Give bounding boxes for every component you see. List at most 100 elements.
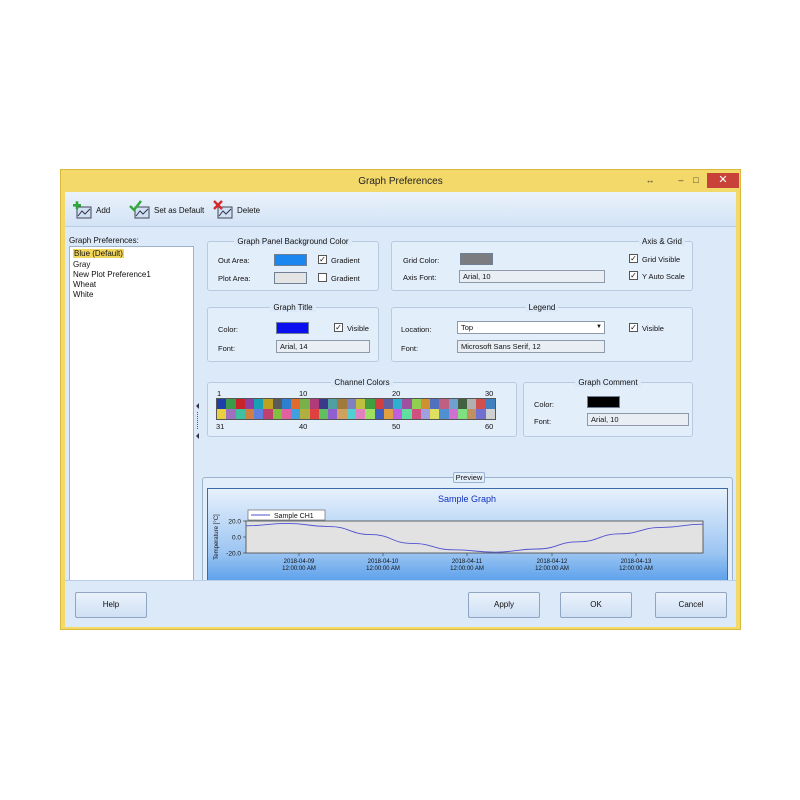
- channel-color-cell[interactable]: [485, 409, 495, 419]
- channel-color-cell[interactable]: [254, 409, 264, 419]
- channel-color-cell[interactable]: [309, 399, 319, 409]
- channel-color-cell[interactable]: [476, 399, 486, 409]
- channel-color-cell[interactable]: [355, 399, 366, 409]
- add-button[interactable]: Add: [71, 200, 110, 220]
- channel-color-cell[interactable]: [291, 409, 301, 419]
- channel-color-cell[interactable]: [281, 409, 292, 419]
- channel-color-cell[interactable]: [281, 399, 292, 409]
- list-item[interactable]: Blue (Default): [73, 249, 124, 258]
- x-tick-label: 2018-04-09: [284, 559, 315, 565]
- channel-color-cell[interactable]: [485, 399, 495, 409]
- channel-color-cell[interactable]: [448, 399, 458, 409]
- channel-color-cell[interactable]: [411, 399, 421, 409]
- title-visible-checkbox[interactable]: ✓: [334, 323, 343, 332]
- background-color-group: Graph Panel Background Color Out Area: ✓…: [207, 237, 379, 291]
- legend-font-field[interactable]: Microsoft Sans Serif, 12: [457, 340, 605, 353]
- channel-color-cell[interactable]: [420, 409, 431, 419]
- channel-color-cell[interactable]: [476, 409, 486, 419]
- grid-visible-checkbox[interactable]: ✓: [629, 254, 638, 263]
- channel-color-cell[interactable]: [263, 399, 273, 409]
- help-button[interactable]: Help: [75, 592, 147, 618]
- channel-color-cell[interactable]: [318, 409, 329, 419]
- channel-color-cell[interactable]: [244, 399, 255, 409]
- channel-color-cell[interactable]: [393, 399, 403, 409]
- channel-color-cell[interactable]: [337, 409, 347, 419]
- channel-color-palette[interactable]: [216, 398, 496, 420]
- channel-color-cell[interactable]: [217, 409, 227, 419]
- channel-color-cell[interactable]: [300, 409, 310, 419]
- channel-color-cell[interactable]: [457, 409, 468, 419]
- out-area-color-swatch[interactable]: [274, 254, 307, 266]
- channel-color-cell[interactable]: [402, 409, 412, 419]
- channel-color-cell[interactable]: [355, 409, 366, 419]
- plot-area-color-swatch[interactable]: [274, 272, 307, 284]
- channel-color-cell[interactable]: [430, 399, 440, 409]
- channel-color-cell[interactable]: [217, 399, 227, 409]
- channel-color-cell[interactable]: [244, 409, 255, 419]
- set-as-default-button[interactable]: Set as Default: [129, 200, 204, 220]
- channel-color-cell[interactable]: [346, 399, 356, 409]
- channel-color-cell[interactable]: [346, 409, 356, 419]
- channel-color-cell[interactable]: [235, 399, 245, 409]
- channel-color-cell[interactable]: [411, 409, 421, 419]
- channel-color-cell[interactable]: [430, 409, 440, 419]
- apply-button[interactable]: Apply: [468, 592, 540, 618]
- title-bar[interactable]: Graph Preferences ↔ – □ ✕: [61, 170, 740, 192]
- ok-button[interactable]: OK: [560, 592, 632, 618]
- list-item[interactable]: White: [73, 290, 93, 299]
- channel-color-cell[interactable]: [235, 409, 245, 419]
- channel-color-cell[interactable]: [263, 409, 273, 419]
- channel-color-cell[interactable]: [226, 399, 236, 409]
- channel-color-cell[interactable]: [254, 399, 264, 409]
- channel-color-cell[interactable]: [328, 399, 338, 409]
- grid-color-label: Grid Color:: [403, 256, 440, 265]
- channel-color-cell[interactable]: [365, 399, 375, 409]
- channel-color-cell[interactable]: [457, 399, 468, 409]
- axis-grid-group: Axis & Grid Grid Color: Axis Font: Arial…: [391, 237, 693, 291]
- y-auto-scale-checkbox[interactable]: ✓: [629, 271, 638, 280]
- channel-color-cell[interactable]: [383, 409, 394, 419]
- channel-color-cell[interactable]: [374, 409, 384, 419]
- channel-color-cell[interactable]: [467, 399, 477, 409]
- channel-color-cell[interactable]: [337, 399, 347, 409]
- legend-location-select[interactable]: Top ▼: [457, 321, 605, 334]
- graph-preferences-list[interactable]: Blue (Default) Gray New Plot Preference1…: [69, 246, 194, 600]
- channel-color-cell[interactable]: [374, 399, 384, 409]
- channel-color-cell[interactable]: [328, 409, 338, 419]
- preview-tab[interactable]: Preview: [453, 472, 485, 483]
- channel-color-cell[interactable]: [300, 399, 310, 409]
- channel-color-cell[interactable]: [272, 399, 282, 409]
- channel-color-cell[interactable]: [448, 409, 458, 419]
- out-area-gradient-checkbox[interactable]: ✓: [318, 255, 327, 264]
- channel-color-cell[interactable]: [291, 399, 301, 409]
- channel-color-cell[interactable]: [383, 399, 394, 409]
- legend-visible-checkbox[interactable]: ✓: [629, 323, 638, 332]
- channel-color-cell[interactable]: [393, 409, 403, 419]
- restore-icon[interactable]: ↔: [639, 173, 661, 188]
- cancel-button[interactable]: Cancel: [655, 592, 727, 618]
- title-font-field[interactable]: Arial, 14: [276, 340, 370, 353]
- channel-color-cell[interactable]: [226, 409, 236, 419]
- list-item[interactable]: New Plot Preference1: [73, 270, 151, 279]
- plot-area-gradient-checkbox[interactable]: [318, 273, 327, 282]
- channel-color-cell[interactable]: [272, 409, 282, 419]
- channel-color-cell[interactable]: [439, 399, 449, 409]
- list-item[interactable]: Gray: [73, 260, 90, 269]
- channel-color-cell[interactable]: [309, 409, 319, 419]
- comment-font-field[interactable]: Arial, 10: [587, 413, 689, 426]
- title-color-swatch[interactable]: [276, 322, 309, 334]
- channel-color-cell[interactable]: [365, 409, 375, 419]
- channel-color-cell[interactable]: [439, 409, 449, 419]
- close-button[interactable]: ✕: [707, 173, 739, 188]
- channel-color-cell[interactable]: [420, 399, 431, 409]
- grid-color-swatch[interactable]: [460, 253, 493, 265]
- axis-font-field[interactable]: Arial, 10: [459, 270, 605, 283]
- splitter-handle[interactable]: [196, 402, 199, 442]
- maximize-button[interactable]: □: [685, 173, 707, 188]
- channel-color-cell[interactable]: [318, 399, 329, 409]
- channel-color-cell[interactable]: [467, 409, 477, 419]
- list-item[interactable]: Wheat: [73, 280, 96, 289]
- comment-color-swatch[interactable]: [587, 396, 620, 408]
- channel-color-cell[interactable]: [402, 399, 412, 409]
- delete-button[interactable]: Delete: [212, 200, 260, 220]
